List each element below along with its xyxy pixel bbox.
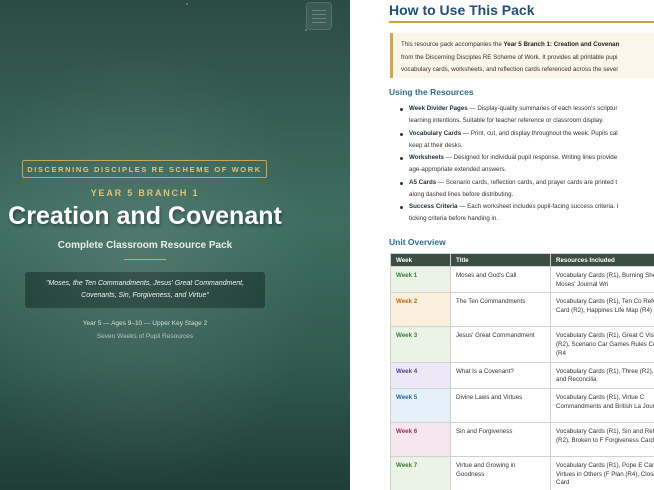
- cover-page: DISCERNING DISCIPLES RE SCHEME OF WORK Y…: [0, 0, 350, 490]
- weeks-line: Seven Weeks of Pupil Resources: [96, 333, 194, 340]
- week-cell: Week 3: [390, 326, 451, 363]
- title-underline: [389, 21, 654, 23]
- resources-cell: Vocabulary Cards (R1), Sin and Relations…: [550, 421, 654, 457]
- list-item: Worksheets — Designed for individual pup…: [399, 152, 654, 177]
- cover-subtitle: Complete Classroom Resource Pack: [57, 240, 233, 251]
- decorative-dot: [186, 3, 188, 5]
- week-cell: Week 5: [390, 387, 451, 423]
- resources-cell: Vocabulary Cards (R1), Three (R2), Coven…: [550, 361, 654, 389]
- column-header: Week: [390, 253, 451, 267]
- resources-heading: Using the Resources: [389, 87, 474, 97]
- list-item: Vocabulary Cards — Print, cut, and displ…: [399, 128, 654, 153]
- list-item: Week Divider Pages — Display-quality sum…: [399, 103, 654, 128]
- gold-divider: [124, 259, 166, 260]
- title-cell: What Is a Covenant?: [450, 361, 551, 389]
- resources-cell: Vocabulary Cards (R1), Burning Sheet (R2…: [550, 265, 654, 294]
- column-header: Title: [450, 253, 551, 267]
- resources-cell: Vocabulary Cards (R1), Ten Co Reference …: [550, 292, 654, 328]
- bookmark-lines-icon[interactable]: [306, 2, 332, 30]
- table-row: Week 5 Divine Laws and Virtues Vocabular…: [390, 387, 654, 423]
- list-item: A5 Cards — Scenario cards, reflection ca…: [399, 177, 654, 202]
- title-cell: Divine Laws and Virtues: [450, 387, 551, 423]
- resources-cell: Vocabulary Cards (R1), Pope E Cards (R2)…: [550, 455, 654, 490]
- week-cell: Week 6: [390, 421, 451, 457]
- title-cell: Moses and God's Call: [450, 265, 551, 294]
- decorative-dot: [305, 29, 307, 31]
- page-title: How to Use This Pack: [389, 2, 535, 18]
- week-cell: Week 2: [390, 292, 451, 328]
- title-cell: Sin and Forgiveness: [450, 421, 551, 457]
- list-item: Success Criteria — Each worksheet includ…: [399, 201, 654, 226]
- intro-line-1: This resource pack accompanies the Year …: [401, 41, 620, 48]
- table-row: Week 6 Sin and Forgiveness Vocabulary Ca…: [390, 421, 654, 457]
- week-cell: Week 1: [390, 265, 451, 294]
- how-to-use-page: How to Use This Pack This resource pack …: [380, 0, 654, 490]
- week-cell: Week 7: [390, 455, 451, 490]
- table-header-row: Week Title Resources Included: [390, 253, 654, 267]
- unit-overview-heading: Unit Overview: [389, 237, 446, 247]
- week-cell: Week 4: [390, 361, 451, 389]
- age-range-line: Year 5 — Ages 9–10 — Upper Key Stage 2: [82, 320, 208, 327]
- resources-cell: Vocabulary Cards (R1), Great C Visual Ca…: [550, 326, 654, 363]
- branch-label: YEAR 5 BRANCH 1: [90, 188, 200, 198]
- intro-callout: This resource pack accompanies the Year …: [390, 33, 654, 78]
- title-cell: Jesus' Great Commandment: [450, 326, 551, 363]
- intro-line-3: vocabulary cards, worksheets, and reflec…: [401, 66, 619, 73]
- table-row: Week 2 The Ten Commandments Vocabulary C…: [390, 292, 654, 328]
- resources-cell: Vocabulary Cards (R1), Virtue C Commandm…: [550, 387, 654, 423]
- title-cell: Virtue and Growing in Goodness: [450, 455, 551, 490]
- topic-quote: "Moses, the Ten Commandments, Jesus' Gre…: [45, 280, 245, 299]
- table-row: Week 7 Virtue and Growing in Goodness Vo…: [390, 455, 654, 490]
- table-row: Week 1 Moses and God's Call Vocabulary C…: [390, 265, 654, 294]
- unit-overview-table: Week Title Resources Included Week 1 Mos…: [390, 253, 654, 490]
- title-cell: The Ten Commandments: [450, 292, 551, 328]
- intro-line-2: from the Discerning Disciples RE Scheme …: [401, 53, 618, 61]
- cover-title: Creation and Covenant: [8, 202, 282, 230]
- table-row: Week 4 What Is a Covenant? Vocabulary Ca…: [390, 361, 654, 389]
- resources-list: Week Divider Pages — Display-quality sum…: [399, 103, 654, 226]
- scheme-badge: DISCERNING DISCIPLES RE SCHEME OF WORK: [22, 160, 267, 178]
- table-row: Week 3 Jesus' Great Commandment Vocabula…: [390, 326, 654, 363]
- column-header: Resources Included: [550, 253, 654, 267]
- topic-quote-box: "Moses, the Ten Commandments, Jesus' Gre…: [25, 272, 265, 308]
